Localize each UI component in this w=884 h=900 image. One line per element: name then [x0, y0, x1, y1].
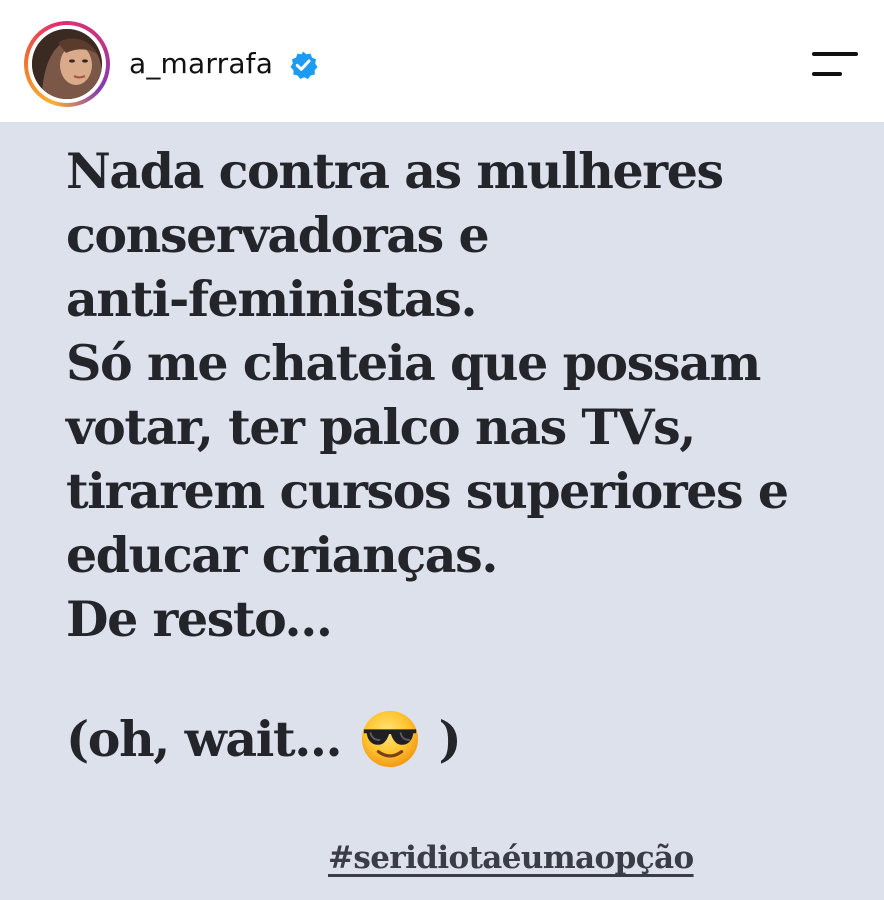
- sunglasses-emoji-icon: [361, 710, 418, 768]
- menu-icon[interactable]: [808, 50, 860, 80]
- quote-line: anti-feministas.: [66, 270, 478, 328]
- wait-text: (oh, wait...: [66, 710, 343, 768]
- avatar-portrait-icon: [32, 29, 102, 99]
- quote-line: tirarem cursos superiores e: [66, 462, 789, 520]
- username[interactable]: a_marrafa: [129, 47, 273, 81]
- quote-line: conservadoras e: [66, 206, 490, 264]
- menu-line-top: [812, 52, 858, 56]
- avatar-photo: [32, 29, 102, 99]
- quote-line: De resto...: [66, 590, 333, 648]
- quote-line: educar crianças.: [66, 526, 498, 584]
- avatar[interactable]: [24, 21, 110, 107]
- quote-line: Nada contra as mulheres: [66, 142, 724, 200]
- verified-badge-icon: [290, 51, 318, 79]
- wait-line: (oh, wait... ): [66, 707, 462, 771]
- story-quote: Nada contra as mulheres conservadoras e …: [66, 139, 866, 651]
- wait-close: ): [438, 710, 462, 768]
- quote-line: votar, ter palco nas TVs,: [66, 398, 696, 456]
- hashtag-link[interactable]: #seridiotaéumaopção: [328, 836, 694, 880]
- menu-line-bottom: [812, 72, 842, 76]
- quote-line: Só me chateia que possam: [66, 334, 761, 392]
- story-header: a_marrafa: [0, 0, 884, 122]
